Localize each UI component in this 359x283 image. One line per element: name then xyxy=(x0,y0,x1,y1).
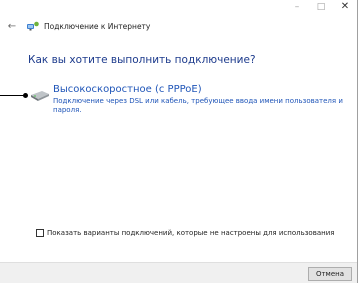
cancel-button[interactable]: Отмена xyxy=(308,267,352,281)
maximize-button[interactable]: □ xyxy=(309,0,333,14)
connect-to-internet-window: – □ ✕ ← Подключение к Интернету Как вы х… xyxy=(0,0,358,283)
broadband-modem-icon xyxy=(31,91,49,101)
minimize-button[interactable]: – xyxy=(285,0,309,14)
show-unconfigured-checkbox[interactable] xyxy=(36,229,44,237)
wizard-footer: Отмена xyxy=(0,262,357,283)
page-heading: Как вы хотите выполнить подключение? xyxy=(28,54,256,66)
window-caption-controls: – □ ✕ xyxy=(285,0,357,14)
show-unconfigured-row[interactable]: Показать варианты подключений, которые н… xyxy=(36,229,334,237)
option-title: Высокоскоростное (с PPPoE) xyxy=(53,84,202,95)
option-description: Подключение через DSL или кабель, требую… xyxy=(53,97,343,114)
wizard-title: Подключение к Интернету xyxy=(44,21,151,31)
back-arrow-icon[interactable]: ← xyxy=(6,20,18,32)
option-pppoe[interactable]: Высокоскоростное (с PPPoE) Подключение ч… xyxy=(30,84,343,118)
callout-dot xyxy=(23,93,28,98)
show-unconfigured-label: Показать варианты подключений, которые н… xyxy=(47,229,335,237)
network-connection-icon xyxy=(27,21,39,31)
close-button[interactable]: ✕ xyxy=(333,0,357,14)
wizard-header: ← Подключение к Интернету xyxy=(6,19,347,33)
